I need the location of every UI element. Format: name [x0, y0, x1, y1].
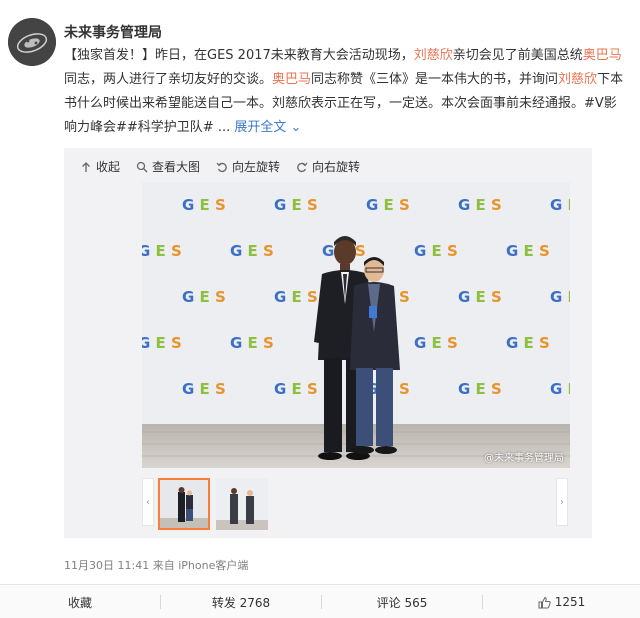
ges-logo: G E S [182, 288, 226, 306]
mention-liucixin[interactable]: 刘慈欣 [558, 72, 597, 87]
ges-logo: G E S [366, 196, 410, 214]
ges-logo: G E S [458, 380, 502, 398]
post-line-2: 同志，两人进行了亲切友好的交谈。奥巴马同志称赞《三体》是一本伟大的书，并询问刘慈… [64, 68, 638, 92]
ges-logo: G E S [550, 380, 570, 398]
ges-logo: G E S [458, 196, 502, 214]
post-meta: 11月30日 11:41 来自 iPhone客户端 [64, 557, 248, 573]
ges-logo: G E S [230, 334, 274, 352]
rotate-right-button[interactable]: 向右旋转 [296, 158, 360, 175]
post-from-label: 来自 [152, 559, 175, 572]
post-line-4: 响力峰会##科学护卫队# ... 展开全文 ⌄ [64, 116, 638, 140]
ges-logo: G E S [506, 334, 550, 352]
photo-scene: G E S G E S G E S G E S G E S G E S G E … [142, 182, 570, 468]
post-text-segment: 【独家首发！】昨日，在GES 2017未来教育大会活动现场， [64, 48, 414, 63]
view-large-button[interactable]: 查看大图 [136, 158, 200, 175]
action-bar: 收藏 转发 2768 评论 565 1251 [0, 584, 640, 618]
mention-liucixin[interactable]: 刘慈欣 [414, 48, 453, 63]
post-text-segment: 同志，两人进行了亲切友好的交谈。 [64, 72, 273, 87]
mention-obama[interactable]: 奥巴马 [272, 72, 311, 87]
hashtags[interactable]: 响力峰会##科学护卫队# [64, 120, 214, 135]
rotate-right-icon [297, 162, 308, 172]
ges-logo: G E S [142, 242, 182, 260]
post-line-1: 【独家首发！】昨日，在GES 2017未来教育大会活动现场，刘慈欣亲切会见了前美… [64, 44, 638, 68]
thumbs-up-icon [538, 596, 551, 608]
chevron-right-icon: › [560, 496, 564, 508]
post-text-segment: 亲切会见了前美国总统 [452, 48, 583, 63]
author-name[interactable]: 未来事务管理局 [64, 22, 162, 42]
view-large-label: 查看大图 [152, 160, 201, 174]
rotate-right-label: 向右旋转 [312, 160, 361, 174]
ges-logo: G E S [182, 380, 226, 398]
thumbnail-image [216, 478, 268, 530]
expand-full-text-link[interactable]: 展开全文 [234, 120, 286, 135]
search-icon [136, 161, 148, 172]
ges-logo: G E S [550, 288, 570, 306]
thumbnail-image [160, 480, 208, 528]
thumb-prev-button[interactable]: ‹ [142, 478, 154, 526]
chevron-left-icon: ‹ [146, 496, 150, 508]
ges-logo: G E S [274, 288, 318, 306]
photo-watermark: @未来事务管理局 [484, 453, 564, 464]
repost-button[interactable]: 转发 2768 [161, 585, 321, 618]
rotate-left-label: 向左旋转 [232, 160, 281, 174]
post-client[interactable]: iPhone客户端 [178, 559, 248, 572]
ges-logo: G E S [274, 380, 318, 398]
ges-logo: G E S [274, 196, 318, 214]
ges-logo: G E S [458, 288, 502, 306]
like-button[interactable]: 1251 [483, 585, 640, 618]
media-panel: 收起 查看大图 向左旋转 向右旋转 G E S G E S G E S G E … [64, 148, 592, 538]
avatar[interactable] [8, 18, 56, 66]
collapse-label: 收起 [96, 160, 121, 174]
chevron-down-icon[interactable]: ⌄ [286, 120, 302, 135]
ges-logo: G E S [414, 334, 458, 352]
main-photo[interactable]: G E S G E S G E S G E S G E S G E S G E … [142, 182, 570, 468]
post-time[interactable]: 11月30日 11:41 [64, 559, 149, 572]
comment-label: 评论 565 [376, 595, 428, 610]
like-count: 1251 [554, 595, 586, 609]
collapse-button[interactable]: 收起 [80, 158, 120, 175]
media-toolbar: 收起 查看大图 向左旋转 向右旋转 [64, 148, 592, 182]
thumb-next-button[interactable]: › [556, 478, 568, 526]
post-text: 【独家首发！】昨日，在GES 2017未来教育大会活动现场，刘慈欣亲切会见了前美… [64, 44, 638, 140]
thumbnail-2[interactable] [216, 478, 268, 530]
comment-button[interactable]: 评论 565 [322, 585, 482, 618]
ges-logo: G E S [506, 242, 550, 260]
ges-logo: G E S [230, 242, 274, 260]
thumbnail-1[interactable] [158, 478, 210, 530]
rotate-left-button[interactable]: 向左旋转 [216, 158, 280, 175]
ges-logo: G E S [142, 334, 182, 352]
ges-logo: G E S [414, 242, 458, 260]
post-text-segment: 下本 [597, 72, 624, 87]
ellipsis: ... [217, 120, 231, 135]
favorite-label: 收藏 [67, 595, 92, 610]
ges-logo: G E S [182, 196, 226, 214]
repost-label: 转发 2768 [211, 595, 271, 610]
ges-logo: G E S [550, 196, 570, 214]
post-text-segment: 同志称赞《三体》是一本伟大的书，并询问 [311, 72, 559, 87]
arrow-up-icon [82, 161, 90, 172]
post-line-3: 书什么时候出来希望能送自己一本。刘慈欣表示正在写，一定送。本次会面事前未经通报。… [64, 96, 617, 111]
favorite-button[interactable]: 收藏 [0, 585, 160, 618]
rotate-left-icon [216, 162, 227, 172]
mention-obama[interactable]: 奥巴马 [583, 48, 622, 63]
